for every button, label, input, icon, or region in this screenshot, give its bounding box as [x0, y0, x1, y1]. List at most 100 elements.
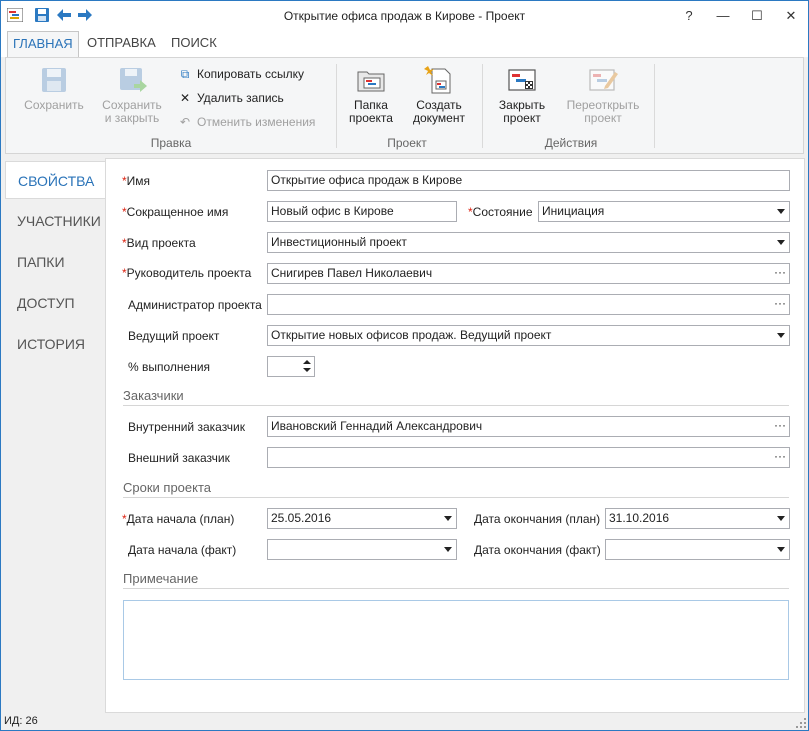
type-dropdown[interactable]: Инвестиционный проект — [267, 232, 790, 253]
stepper-buttons[interactable] — [300, 357, 314, 376]
dates-section-title: Сроки проекта — [123, 480, 212, 495]
section-divider — [123, 588, 789, 589]
state-label: *Состояние — [468, 202, 533, 222]
link-icon: ⧉ — [180, 67, 190, 81]
percent-stepper[interactable] — [267, 356, 315, 377]
nav-folders[interactable]: ПАПКИ — [5, 243, 106, 281]
nav-participants[interactable]: УЧАСТНИКИ — [5, 202, 106, 240]
admin-field[interactable]: ··· — [267, 294, 790, 315]
manager-field[interactable]: Снигирев Павел Николаевич ··· — [267, 263, 790, 284]
chevron-down-icon — [777, 240, 785, 245]
internal-customer-field[interactable]: Ивановский Геннадий Александрович ··· — [267, 416, 790, 437]
close-button[interactable]: ✕ — [774, 1, 808, 31]
save-close-icon — [120, 68, 147, 92]
undo-changes-button[interactable]: ↶ Отменить изменения — [178, 113, 315, 131]
save-close-label-2: и закрыть — [104, 111, 160, 125]
end-plan-label: Дата окончания (план) — [474, 512, 601, 526]
short-name-field[interactable]: Новый офис в Кирове — [267, 201, 457, 222]
delete-record-button[interactable]: ✕ Удалить запись — [178, 89, 284, 107]
ribbon-tab-bar: ГЛАВНАЯ ОТПРАВКА ПОИСК — [1, 31, 808, 58]
ellipsis-button[interactable]: ··· — [774, 448, 786, 465]
external-customer-field[interactable]: ··· — [267, 447, 790, 468]
record-id: ИД: 26 — [4, 715, 38, 727]
delete-record-label: Удалить запись — [197, 91, 284, 105]
stepper-down-icon[interactable] — [303, 368, 311, 372]
project-folder-label-2: проекта — [349, 111, 393, 125]
percent-label: % выполнения — [128, 360, 211, 374]
maximize-button[interactable]: ☐ — [740, 1, 774, 31]
end-fact-date[interactable] — [605, 539, 790, 560]
start-plan-value: 25.05.2016 — [271, 511, 332, 525]
short-name-label-text: Сокращенное имя — [126, 205, 229, 219]
reopen-project-label-2: проект — [584, 111, 622, 125]
type-label: *Вид проекта — [122, 233, 196, 253]
ellipsis-button[interactable]: ··· — [774, 417, 786, 434]
manager-value: Снигирев Павел Николаевич — [271, 266, 433, 280]
manager-label-text: Руководитель проекта — [126, 266, 252, 280]
state-dropdown[interactable]: Инициация — [538, 201, 790, 222]
save-label: Сохранить — [24, 98, 84, 112]
end-plan-date[interactable]: 31.10.2016 — [605, 508, 790, 529]
nav-access[interactable]: ДОСТУП — [5, 284, 106, 322]
side-nav: СВОЙСТВА УЧАСТНИКИ ПАПКИ ДОСТУП ИСТОРИЯ — [5, 158, 107, 713]
short-name-label: *Сокращенное имя — [122, 202, 228, 222]
state-value: Инициация — [542, 204, 605, 218]
save-icon — [42, 68, 66, 92]
ribbon-separator — [654, 64, 655, 148]
tab-home[interactable]: ГЛАВНАЯ — [7, 31, 79, 58]
type-value: Инвестиционный проект — [271, 235, 407, 249]
project-window: Открытие офиса продаж в Кирове - Проект … — [0, 0, 809, 731]
tab-send[interactable]: ОТПРАВКА — [82, 31, 161, 57]
actions-group-label: Действия — [544, 136, 598, 150]
notes-textarea[interactable] — [123, 600, 789, 680]
external-customer-label: Внешний заказчик — [128, 451, 230, 465]
chevron-down-icon — [777, 516, 785, 521]
undo-icon: ↶ — [179, 115, 191, 129]
edit-group-label: Правка — [150, 136, 192, 150]
close-project-button[interactable]: Закрыть проект — [490, 64, 554, 125]
stepper-up-icon[interactable] — [303, 360, 311, 364]
section-divider — [123, 405, 789, 406]
name-label-text: Имя — [126, 174, 151, 188]
type-label-text: Вид проекта — [126, 236, 196, 250]
start-plan-label-text: Дата начала (план) — [126, 512, 235, 526]
start-plan-label: *Дата начала (план) — [122, 509, 234, 529]
folder-icon — [357, 71, 385, 92]
help-button[interactable]: ? — [672, 1, 706, 31]
lead-project-label: Ведущий проект — [128, 329, 220, 343]
ellipsis-button[interactable]: ··· — [774, 264, 786, 281]
delete-x-icon: ✕ — [179, 91, 191, 105]
project-group-label: Проект — [387, 136, 427, 150]
ribbon-separator — [336, 64, 337, 148]
start-plan-date[interactable]: 25.05.2016 — [267, 508, 457, 529]
undo-changes-label: Отменить изменения — [197, 115, 316, 129]
name-label: *Имя — [122, 171, 150, 191]
lead-project-value: Открытие новых офисов продаж. Ведущий пр… — [271, 328, 552, 342]
save-button[interactable]: Сохранить — [18, 64, 90, 112]
name-field[interactable]: Открытие офиса продаж в Кирове — [267, 170, 790, 191]
minimize-button[interactable]: — — [706, 1, 740, 31]
ribbon-panel: Сохранить Сохранить и закрыть ⧉ Копироват… — [5, 57, 804, 154]
start-fact-date[interactable] — [267, 539, 457, 560]
internal-customer-value: Ивановский Геннадий Александрович — [271, 419, 483, 433]
save-close-button[interactable]: Сохранить и закрыть — [96, 64, 168, 125]
nav-history[interactable]: ИСТОРИЯ — [5, 325, 106, 363]
chevron-down-icon — [444, 516, 452, 521]
reopen-project-button[interactable]: Переоткрыть проект — [562, 64, 644, 125]
copy-link-button[interactable]: ⧉ Копировать ссылку — [178, 65, 304, 83]
create-document-button[interactable]: Создать документ — [406, 64, 472, 125]
ellipsis-button[interactable]: ··· — [774, 295, 786, 312]
section-divider — [123, 497, 789, 498]
chevron-down-icon — [777, 547, 785, 552]
chevron-down-icon — [444, 547, 452, 552]
tab-search[interactable]: ПОИСК — [166, 31, 222, 57]
project-folder-button[interactable]: Папка проекта — [342, 64, 400, 125]
new-document-icon — [424, 66, 451, 94]
close-project-icon — [508, 69, 536, 91]
reopen-project-icon — [589, 69, 618, 91]
lead-project-dropdown[interactable]: Открытие новых офисов продаж. Ведущий пр… — [267, 325, 790, 346]
resize-grip-icon[interactable] — [796, 718, 806, 728]
title-bar: Открытие офиса продаж в Кирове - Проект … — [1, 1, 808, 31]
nav-properties[interactable]: СВОЙСТВА — [5, 161, 107, 199]
chevron-down-icon — [777, 209, 785, 214]
